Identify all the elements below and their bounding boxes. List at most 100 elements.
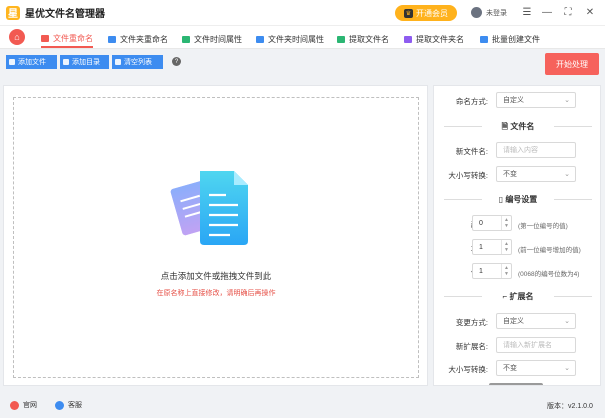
case-value: 不变 xyxy=(503,171,517,178)
app-title: 星优文件名管理器 xyxy=(25,9,105,20)
clear-list-label: 清空列表 xyxy=(124,59,152,66)
step-hint: (前一位编号增加的值) xyxy=(518,247,581,254)
batch-create-icon xyxy=(480,35,488,43)
tab-bar: ⌂ 文件重命名 文件夹重命名 文件时间属性 文件夹时间属性 提取文件名 提取文件… xyxy=(0,25,605,49)
change-mode-value: 自定义 xyxy=(503,318,524,325)
new-ext-input[interactable]: 请输入新扩展名 xyxy=(496,337,576,353)
add-file-label: 添加文件 xyxy=(18,59,46,66)
vip-label: 开通会员 xyxy=(416,8,448,18)
ext-case-select[interactable]: 不变 ⌄ xyxy=(496,360,576,376)
website-label: 官网 xyxy=(23,402,37,409)
title-bar: 星 星优文件名管理器 ♛ 开通会员 未登录 ☰ — ⛶ ✕ xyxy=(0,0,605,25)
case-select[interactable]: 不变 ⌄ xyxy=(496,166,576,182)
ext-case-value: 不变 xyxy=(503,365,517,372)
tab-file-time[interactable]: 文件时间属性 xyxy=(182,30,242,48)
change-mode-label: 变更方式: xyxy=(455,318,488,327)
home-button[interactable]: ⌂ xyxy=(9,29,25,45)
start-button[interactable]: 开始处理 xyxy=(545,53,599,75)
settings-panel: 命名方式: 自定义 ⌄ 🗎 文件名 新文件名: 请输入内容 大小写转换: 不变 … xyxy=(433,85,601,386)
digits-hint: (0068的编号位数为4) xyxy=(518,271,580,278)
folder-rename-icon xyxy=(108,35,116,43)
start-stepper[interactable]: 0 ▲ ▼ xyxy=(472,215,512,231)
drop-hint-warning: 在原名称上直接修改，请明确后再操作 xyxy=(156,290,276,297)
ext-case-label: 大小写转换: xyxy=(448,365,488,374)
tab-batch-create[interactable]: 批量创建文件 xyxy=(480,30,540,48)
extension-section-label: 扩展名 xyxy=(509,292,534,301)
stepper-arrows-icon[interactable]: ▲ ▼ xyxy=(501,240,511,254)
maximize-icon[interactable]: ⛶ xyxy=(561,5,575,19)
stepper-arrows-icon[interactable]: ▲ ▼ xyxy=(501,216,511,230)
naming-mode-select[interactable]: 自定义 ⌄ xyxy=(496,92,576,108)
tab-folder-rename[interactable]: 文件夹重命名 xyxy=(108,30,168,48)
app-logo-icon: 星 xyxy=(6,5,20,20)
filename-section-header: 🗎 文件名 xyxy=(434,120,600,135)
tab-label: 提取文件夹名 xyxy=(416,34,464,44)
start-hint: (第一位编号的值) xyxy=(518,223,568,230)
new-name-label: 新文件名: xyxy=(455,147,488,156)
chevron-down-icon: ⌄ xyxy=(564,318,570,325)
tab-file-rename[interactable]: 文件重命名 xyxy=(41,30,93,48)
change-mode-select[interactable]: 自定义 ⌄ xyxy=(496,313,576,329)
step-value: 1 xyxy=(479,243,483,251)
help-icon[interactable]: ? xyxy=(172,57,181,66)
tab-extract-foldername[interactable]: 提取文件夹名 xyxy=(404,30,464,48)
numbering-section-header: ▯ 编号设置 xyxy=(434,193,600,205)
login-status[interactable]: 未登录 xyxy=(486,8,507,18)
drop-hint-main: 点击添加文件或拖拽文件到此 xyxy=(160,271,272,281)
start-value: 0 xyxy=(479,219,483,227)
globe-icon xyxy=(10,400,19,410)
website-link[interactable]: 官网 xyxy=(10,400,37,410)
file-time-icon xyxy=(182,35,190,43)
stepper-arrows-icon[interactable]: ▲ ▼ xyxy=(501,264,511,278)
extract-filename-icon xyxy=(337,35,345,43)
avatar[interactable] xyxy=(471,7,482,18)
filename-section-title: 🗎 文件名 xyxy=(434,121,600,135)
naming-mode-value: 自定义 xyxy=(503,97,524,104)
support-link[interactable]: 客服 xyxy=(55,400,82,410)
case-label: 大小写转换: xyxy=(448,171,488,180)
drop-zone[interactable]: 点击添加文件或拖拽文件到此 在原名称上直接修改，请明确后再操作 xyxy=(13,97,419,378)
file-list-panel: 点击添加文件或拖拽文件到此 在原名称上直接修改，请明确后再操作 xyxy=(3,85,428,386)
add-dir-label: 添加目录 xyxy=(72,59,100,66)
version-label: 版本：v2.1.0.0 xyxy=(547,403,593,410)
vip-button[interactable]: ♛ 开通会员 xyxy=(395,5,457,21)
support-label: 客服 xyxy=(68,402,82,409)
chevron-down-icon: ⌄ xyxy=(564,365,570,372)
step-stepper[interactable]: 1 ▲ ▼ xyxy=(472,239,512,255)
new-ext-label: 新扩展名: xyxy=(455,342,488,351)
folder-time-icon xyxy=(256,35,264,43)
filename-section-label: 文件名 xyxy=(510,122,535,131)
chevron-down-icon: ⌄ xyxy=(564,97,570,104)
tab-label: 批量创建文件 xyxy=(492,34,540,44)
extract-foldername-icon xyxy=(404,35,412,43)
crown-icon: ♛ xyxy=(404,8,413,18)
add-dir-button[interactable]: 添加目录 xyxy=(60,55,109,69)
file-rename-icon xyxy=(41,34,49,42)
tab-label: 文件夹重命名 xyxy=(120,34,168,44)
toolbar: 添加文件 添加目录 清空列表 ? 开始处理 xyxy=(0,49,605,82)
tab-extract-filename[interactable]: 提取文件名 xyxy=(337,30,389,48)
add-file-icon xyxy=(9,59,15,65)
tab-label: 提取文件名 xyxy=(349,34,389,44)
clear-list-icon xyxy=(115,59,121,65)
documents-icon xyxy=(170,171,248,245)
extension-section-header: ⌐ 扩展名 xyxy=(434,290,600,302)
tab-label: 文件重命名 xyxy=(53,33,93,43)
chevron-down-icon: ⌄ xyxy=(564,171,570,178)
digits-stepper[interactable]: 1 ▲ ▼ xyxy=(472,263,512,279)
horizontal-scrollbar[interactable] xyxy=(489,383,543,385)
support-icon xyxy=(55,400,64,410)
naming-mode-label: 命名方式: xyxy=(455,97,488,106)
tab-label: 文件时间属性 xyxy=(194,34,242,44)
close-icon[interactable]: ✕ xyxy=(583,5,597,19)
add-file-button[interactable]: 添加文件 xyxy=(6,55,57,69)
tab-label: 文件夹时间属性 xyxy=(268,34,324,44)
status-bar: 官网 客服 版本：v2.1.0.0 xyxy=(0,393,605,418)
minimize-icon[interactable]: — xyxy=(540,5,554,19)
clear-list-button[interactable]: 清空列表 xyxy=(112,55,163,69)
new-name-input[interactable]: 请输入内容 xyxy=(496,142,576,158)
menu-icon[interactable]: ☰ xyxy=(520,5,534,19)
digits-value: 1 xyxy=(479,267,483,275)
tab-folder-time[interactable]: 文件夹时间属性 xyxy=(256,30,324,48)
add-dir-icon xyxy=(63,59,69,65)
